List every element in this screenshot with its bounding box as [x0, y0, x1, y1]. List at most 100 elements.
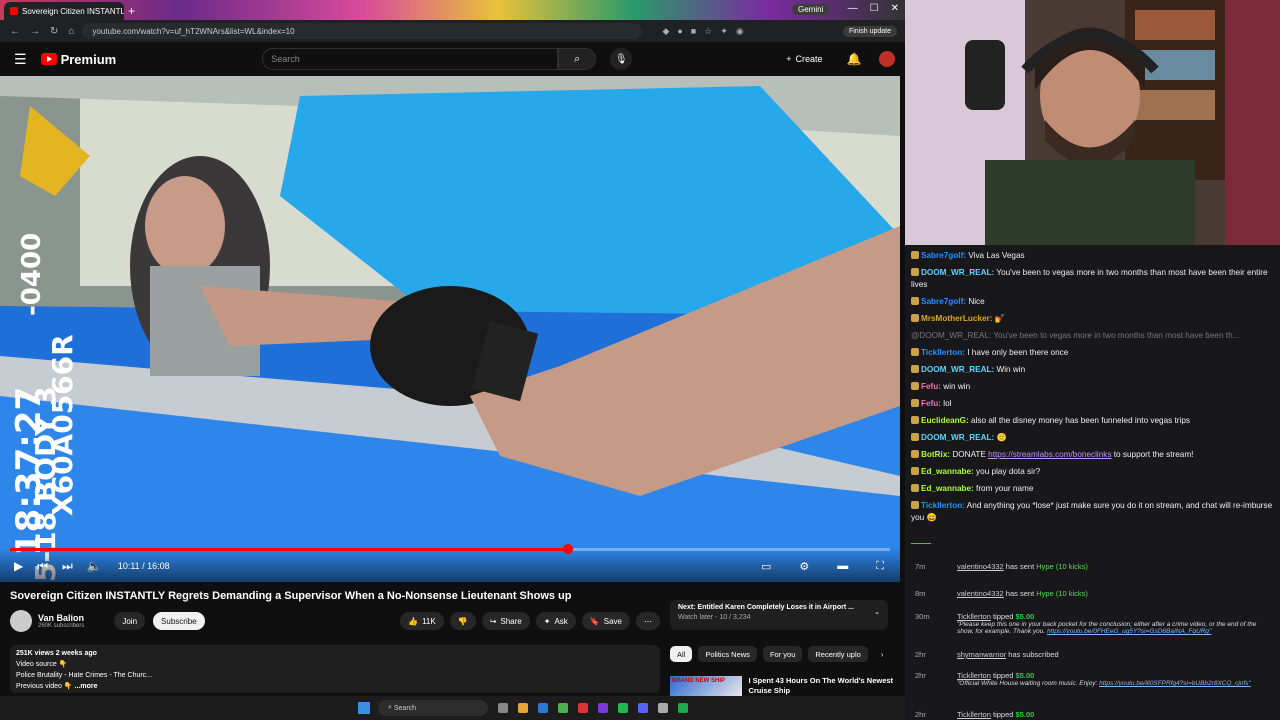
event-username[interactable]: valentino4332 [957, 562, 1004, 571]
chip-for-you[interactable]: For you [762, 646, 803, 662]
event-username[interactable]: Tickllerton [957, 710, 991, 719]
forward-icon[interactable]: → [30, 26, 40, 37]
scrubber-knob[interactable] [562, 544, 573, 554]
event-username[interactable]: Tickllerton [957, 612, 991, 621]
folder-icon[interactable] [518, 703, 528, 713]
finish-update-button[interactable]: Finish update [842, 25, 897, 37]
notifications-bell-icon[interactable]: 🔔 [846, 52, 861, 66]
app-icon[interactable] [658, 703, 668, 713]
extension-icon[interactable]: ● [677, 26, 682, 37]
progress-bar[interactable] [10, 544, 890, 554]
chip-politics-news[interactable]: Politics News [698, 646, 757, 662]
chevron-right-icon[interactable]: › [874, 646, 891, 662]
voice-search-button[interactable]: 🎙 [610, 48, 633, 70]
join-button[interactable]: Join [114, 612, 146, 630]
chat-username[interactable]: Sabre7golf: [921, 251, 966, 260]
chat-username[interactable]: Fefu: [921, 382, 941, 391]
description-box[interactable]: 251K views 2 weeks ago Video source 👇 Po… [10, 645, 660, 693]
progress-fill [10, 548, 568, 551]
gemini-button[interactable]: Gemini [792, 4, 830, 15]
share-button[interactable]: ↪ Share [481, 612, 530, 630]
play-icon[interactable]: ▶ [14, 559, 23, 573]
chrome-icon[interactable] [558, 703, 568, 713]
back-icon[interactable]: ← [10, 26, 20, 37]
tip-link[interactable]: https://youtu.be/ill0SFPRfg4?si=bUBb2r8X… [1099, 680, 1251, 687]
more-link[interactable]: ...more [75, 683, 98, 690]
app-icon[interactable] [578, 703, 588, 713]
address-toolbar: ← → ↻ ⌂ youtube.com/watch?v=uf_hT2WNArs&… [0, 20, 905, 42]
edge-icon[interactable] [538, 703, 548, 713]
chat-username[interactable]: Sabre7golf: [921, 297, 966, 306]
video-player[interactable]: -0400 18:37:27 X60A0566R 5-18 BODY 3 ▶ ⏮… [0, 76, 900, 582]
event-username[interactable]: Tickllerton [957, 671, 991, 680]
profile-icon[interactable]: ◉ [736, 26, 744, 37]
taskbar-search[interactable]: ⌕ Search [378, 700, 488, 716]
fullscreen-icon[interactable]: ⛶ [876, 560, 884, 573]
create-button[interactable]: + Create [786, 54, 822, 64]
puzzle-icon[interactable]: ✦ [720, 26, 728, 37]
app-icon[interactable] [598, 703, 608, 713]
reload-icon[interactable]: ↻ [50, 26, 58, 37]
event-time: 2hr [915, 671, 926, 680]
subscribe-button[interactable]: Subscribe [153, 612, 205, 630]
maximize-icon[interactable]: ☐ [870, 3, 879, 14]
chat-username[interactable]: Tickllerton: [921, 348, 965, 357]
event-username[interactable]: valentino4332 [957, 589, 1004, 598]
like-button[interactable]: 👍 11K [400, 612, 444, 630]
address-bar[interactable]: youtube.com/watch?v=uf_hT2WNArs&list=WL&… [82, 23, 643, 39]
chat-link[interactable]: https://streamlabs.com/boneclinks [988, 450, 1111, 459]
star-icon[interactable]: ☆ [704, 26, 712, 37]
video-controls: ▶ ⏮ ⏭ 🔈 10:11 / 16:08 ▭ ⚙ ▬ ⛶ [0, 556, 900, 576]
captions-icon[interactable]: ▭ [761, 560, 771, 573]
chat-username[interactable]: DOOM_WR_REAL: [921, 433, 994, 442]
save-button[interactable]: 🔖 Save [581, 612, 630, 630]
dislike-button[interactable]: 👎 [449, 612, 476, 630]
ask-button[interactable]: ✦ Ask [535, 612, 576, 630]
chat-username[interactable]: Fefu: [921, 399, 941, 408]
tip-link[interactable]: https://youtu.be/0FHEeG_ug5Y?si=GsD6BaIN… [1047, 628, 1211, 635]
settings-gear-icon[interactable]: ⚙ [799, 560, 809, 573]
spotify-icon[interactable] [618, 703, 628, 713]
chat-username[interactable]: BotRix: [921, 450, 950, 459]
next-icon[interactable]: ⏭ [62, 559, 73, 574]
chat-username[interactable]: MrsMotherLucker: [921, 314, 992, 323]
browser-tab[interactable]: Sovereign Citizen INSTANTLY R... ✕ [4, 2, 124, 20]
playlist-next-box[interactable]: Next: Entitled Karen Completely Loses it… [670, 600, 888, 630]
chat-text: DONATE [950, 449, 989, 459]
chat-username[interactable]: EuclideanG: [921, 416, 969, 425]
channel-avatar[interactable] [10, 610, 32, 632]
chevron-down-icon[interactable]: ⌄ [874, 608, 880, 616]
home-icon[interactable]: ⌂ [68, 26, 74, 37]
more-actions-button[interactable]: ⋯ [636, 612, 660, 630]
new-tab-button[interactable]: + [128, 4, 135, 18]
theater-mode-icon[interactable]: ▬ [837, 560, 848, 573]
chip-all[interactable]: All [670, 646, 693, 662]
chat-username[interactable]: DOOM_WR_REAL: [921, 365, 994, 374]
extension-icon[interactable]: ■ [691, 26, 696, 37]
event-username[interactable]: shymanwarrior [957, 650, 1006, 659]
close-window-icon[interactable]: ✕ [891, 3, 899, 14]
previous-icon[interactable]: ⏮ [37, 559, 48, 574]
account-avatar[interactable] [879, 51, 896, 67]
taskbar: ⌕ Search [0, 696, 905, 720]
chat-username[interactable]: DOOM_WR_REAL: [921, 268, 994, 277]
extension-icon[interactable]: ◆ [662, 26, 669, 37]
volume-icon[interactable]: 🔈 [87, 559, 102, 573]
chat-username[interactable]: Tickllerton: [921, 501, 965, 510]
app-icon[interactable] [678, 703, 688, 713]
youtube-logo[interactable]: Premium [40, 52, 116, 67]
minimize-icon[interactable]: — [848, 3, 858, 14]
desc-link[interactable]: Police Brutality - Hate Crimes - The Chu… [16, 670, 654, 681]
windows-start-icon[interactable] [358, 702, 370, 714]
badge-icon [911, 449, 919, 458]
menu-icon[interactable]: ☰ [14, 51, 27, 68]
app-icon[interactable] [498, 703, 508, 713]
channel-name[interactable]: Van Balion [38, 613, 84, 623]
chip-recently-uploaded[interactable]: Recently uplo [808, 646, 868, 662]
chat-username[interactable]: Ed_wannabe: [921, 484, 974, 493]
search-button[interactable]: ⌕ [558, 48, 597, 70]
search-input[interactable]: Search [262, 48, 559, 70]
discord-icon[interactable] [638, 703, 648, 713]
recommendation-item[interactable]: BRAND NEW SHIP I Spent 43 Hours On The W… [670, 676, 895, 696]
chat-username[interactable]: Ed_wannabe: [921, 467, 974, 476]
